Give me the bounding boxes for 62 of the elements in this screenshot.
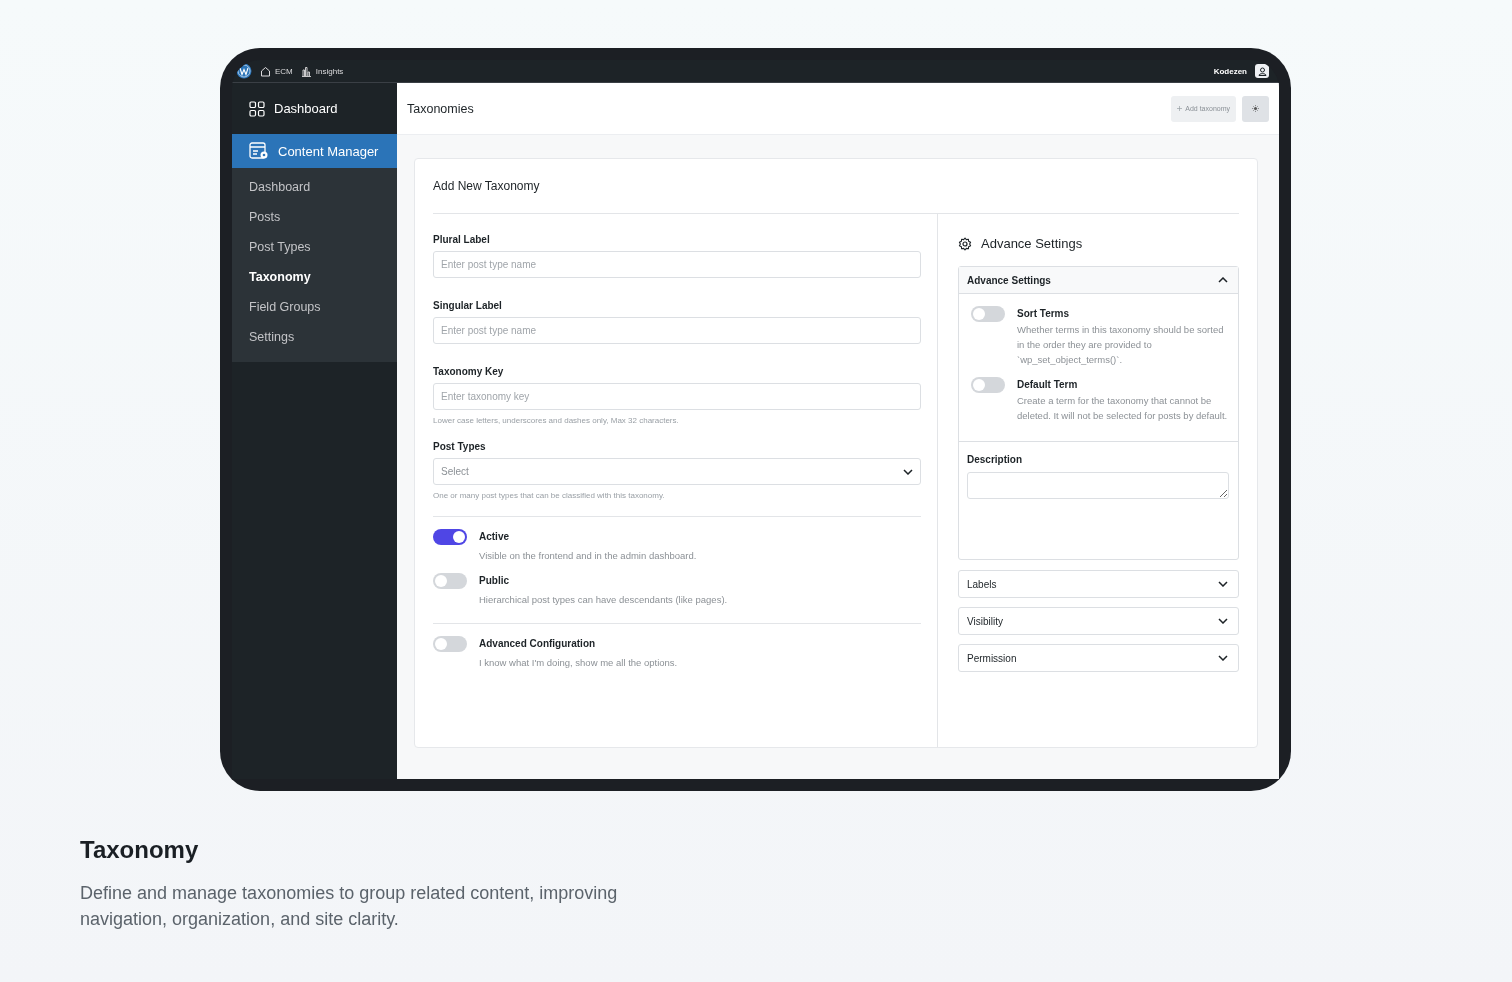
- section-heading: Advance Settings: [981, 236, 1083, 251]
- chevron-up-icon: [1218, 277, 1228, 283]
- text-input-field[interactable]: Enter taxonomy key: [433, 383, 921, 410]
- page-title: Taxonomies: [407, 101, 475, 116]
- toggle-title: Active: [479, 531, 510, 542]
- toggle-title: Public: [479, 575, 510, 586]
- field-label: Description: [967, 454, 1023, 465]
- sidebar-item[interactable]: Taxonomy: [232, 262, 397, 292]
- toggle-switch[interactable]: [433, 529, 467, 545]
- sun-icon: [1252, 105, 1259, 112]
- toggle-switch[interactable]: [971, 306, 1005, 322]
- toggle-title: Default Term: [1017, 379, 1079, 390]
- accordion-header[interactable]: Advance Settings: [959, 267, 1238, 294]
- text-input-field[interactable]: Enter post type name: [433, 251, 921, 278]
- field-label: Taxonomy Key: [433, 366, 505, 377]
- form-title: Add New Taxonomy: [433, 159, 1239, 214]
- admin-bar-link[interactable]: Insights: [300, 65, 344, 77]
- grid-icon: [249, 100, 265, 117]
- person-icon: [1257, 66, 1267, 76]
- chevron-down-icon: [1218, 655, 1228, 661]
- toggle-description: I know what I'm doing, show me all the options.: [479, 656, 678, 670]
- bar-chart-icon: [300, 65, 312, 77]
- sidebar-item[interactable]: Dashboard: [232, 172, 397, 202]
- help-text: One or many post types that can be classified with this taxonomy.: [433, 491, 666, 500]
- user-avatar-button[interactable]: [1255, 64, 1269, 78]
- field-label: Plural Label: [433, 234, 491, 245]
- sidebar-header-link[interactable]: Dashboard: [232, 83, 397, 134]
- user-name: Kodezen: [1213, 66, 1247, 76]
- sidebar-item[interactable]: Post Types: [232, 232, 397, 262]
- caption-text: Define and manage taxonomies to group related content, improving navigation, organization, and site clarity.: [80, 882, 619, 931]
- chevron-down-icon: [1218, 581, 1228, 587]
- field-label: Singular Label: [433, 300, 503, 311]
- caption-title: Taxonomy: [80, 836, 200, 864]
- theme-toggle-button[interactable]: [1242, 95, 1269, 122]
- toggle-title: Advanced Configuration: [479, 638, 597, 649]
- toggle-description: Whether terms in this taxonomy should be sorted in the order they are provided to `wp_set_object_terms()`.: [1017, 323, 1225, 367]
- accordion-header[interactable]: Labels: [958, 570, 1239, 598]
- sidebar-section-item[interactable]: Content Manager: [232, 134, 397, 168]
- admin-bar-link[interactable]: ECM: [260, 65, 293, 77]
- plus-icon: [1177, 106, 1183, 111]
- chevron-down-icon: [903, 468, 913, 475]
- toggle-description: Hierarchical post types can have descendants (like pages).: [479, 593, 728, 607]
- chevron-down-icon: [1218, 618, 1228, 624]
- toggle-description: Create a term for the taxonomy that cannot be deleted. It will not be selected for posts by default.: [1017, 394, 1228, 423]
- accordion-header[interactable]: Permission: [958, 644, 1239, 672]
- window-settings-icon: [249, 142, 269, 160]
- toggle-switch[interactable]: [433, 573, 467, 589]
- toggle-title: Sort Terms: [1017, 308, 1071, 319]
- description-textarea[interactable]: [967, 472, 1229, 499]
- sidebar-item[interactable]: Posts: [232, 202, 397, 232]
- help-text: Lower case letters, underscores and dashes only, Max 32 characters.: [433, 416, 680, 425]
- text-input-field[interactable]: Enter post type name: [433, 317, 921, 344]
- toggle-switch[interactable]: [971, 377, 1005, 393]
- field-label: Post Types: [433, 441, 487, 452]
- toggle-description: Visible on the frontend and in the admin dashboard.: [479, 549, 697, 563]
- settings-icon: [958, 236, 972, 251]
- toggle-switch[interactable]: [433, 636, 467, 652]
- accordion-header[interactable]: Visibility: [958, 607, 1239, 635]
- wordpress-logo-icon: [236, 63, 252, 79]
- sidebar-item[interactable]: Field Groups: [232, 292, 397, 322]
- home-icon: [260, 65, 271, 77]
- sidebar-item[interactable]: Settings: [232, 322, 397, 352]
